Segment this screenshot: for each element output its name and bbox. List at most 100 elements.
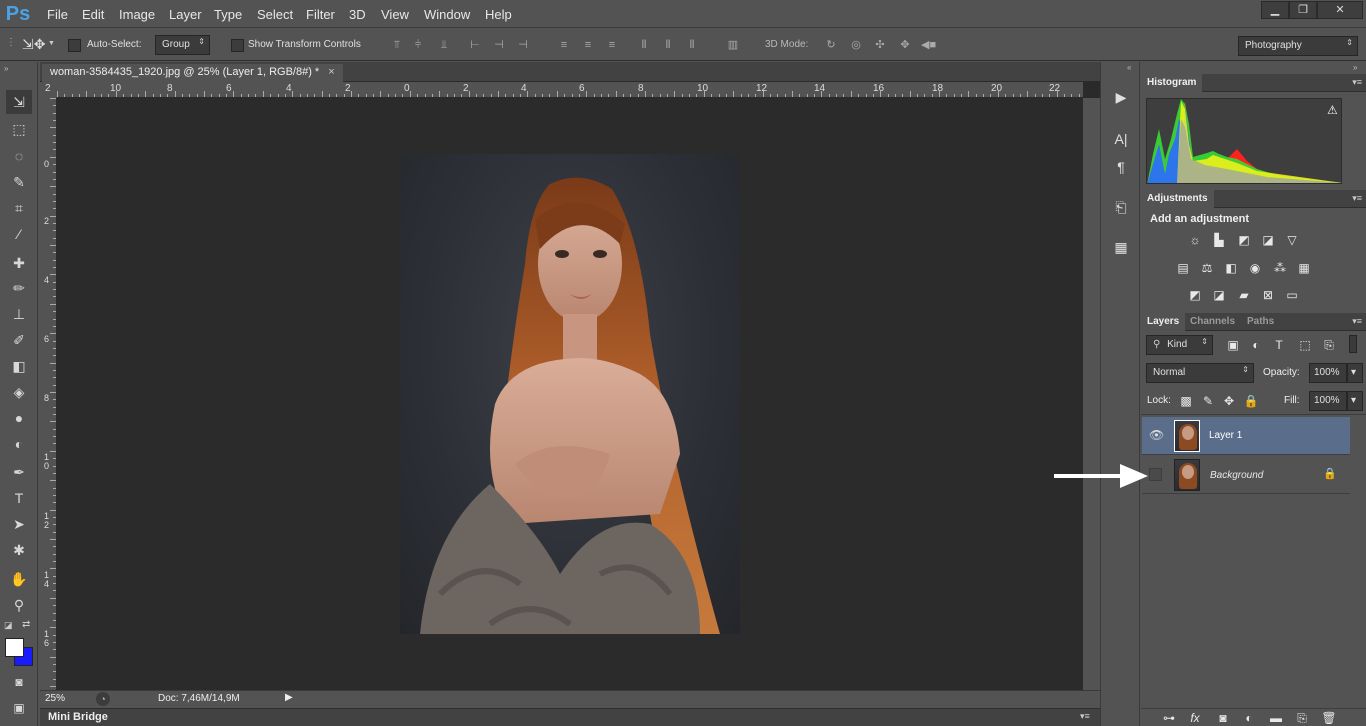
collapse-panels-icon[interactable]: » (1353, 63, 1357, 72)
vertical-scrollbar[interactable] (1083, 98, 1100, 690)
healing-brush-tool-icon[interactable]: ✚ (6, 251, 32, 275)
new-layer-icon[interactable]: ⎘ (1294, 711, 1310, 725)
status-info-icon[interactable]: ◔ (96, 692, 110, 706)
eye-icon[interactable]: 👁 (1149, 428, 1164, 442)
filter-pixel-icon[interactable]: ▣ (1225, 338, 1241, 352)
tab-paths[interactable]: Paths (1241, 313, 1280, 331)
layer-row-background[interactable]: Background 🔒 (1142, 456, 1350, 494)
menu-select[interactable]: Select (257, 7, 293, 22)
menu-layer[interactable]: Layer (169, 7, 202, 22)
levels-icon[interactable]: ▙ (1211, 233, 1227, 247)
photo-filter-icon[interactable]: ◉ (1247, 261, 1263, 275)
tab-adjustments[interactable]: Adjustments (1141, 190, 1214, 208)
align-hcenter-icon[interactable]: ⊣ (492, 38, 506, 52)
menu-image[interactable]: Image (119, 7, 155, 22)
3d-scale-icon[interactable]: ◀■ (921, 38, 936, 52)
menu-help[interactable]: Help (485, 7, 512, 22)
align-right-icon[interactable]: ⊣ (516, 38, 530, 52)
link-layers-icon[interactable]: ⊶ (1161, 711, 1177, 725)
clone-stamp-tool-icon[interactable]: ⊥ (6, 302, 32, 326)
distribute-top-icon[interactable]: ≡ (557, 38, 571, 52)
pen-tool-icon[interactable]: ✒ (6, 460, 32, 484)
menu-file[interactable]: File (47, 7, 68, 22)
filter-smart-object-icon[interactable]: ⎘ (1321, 338, 1337, 352)
mini-bridge-tab[interactable]: Mini Bridge (48, 711, 108, 723)
vibrance-icon[interactable]: ▽ (1284, 233, 1300, 247)
panel-menu-icon[interactable]: ▾≡ (1352, 193, 1362, 204)
move-tool-icon[interactable]: ⇲ (6, 90, 32, 114)
delete-layer-icon[interactable]: 🗑 (1321, 711, 1337, 725)
collapse-toolbox-icon[interactable]: » (4, 64, 8, 73)
brightness-contrast-icon[interactable]: ☼ (1187, 233, 1203, 247)
workspace-dropdown[interactable]: Photography ⇕ (1238, 36, 1358, 56)
color-balance-icon[interactable]: ⚖ (1199, 261, 1215, 275)
layer-name[interactable]: Layer 1 (1209, 430, 1242, 441)
black-white-icon[interactable]: ◧ (1223, 261, 1239, 275)
zoom-tool-icon[interactable]: ⚲ (6, 593, 32, 617)
paint-bucket-tool-icon[interactable]: ◈ (6, 380, 32, 404)
new-adjustment-layer-icon[interactable]: ◐ (1241, 711, 1257, 725)
lock-transparent-icon[interactable]: ▩ (1178, 394, 1194, 408)
tab-histogram[interactable]: Histogram (1141, 74, 1203, 92)
align-top-icon[interactable]: ⫪ (390, 38, 404, 52)
actions-play-icon[interactable]: ▶ (1109, 86, 1133, 108)
distribute-hcenter-icon[interactable]: ⦀ (661, 38, 675, 52)
menu-3d[interactable]: 3D (349, 7, 366, 22)
history-brush-tool-icon[interactable]: ✐ (6, 328, 32, 352)
hue-saturation-icon[interactable]: ▤ (1175, 261, 1191, 275)
auto-select-checkbox[interactable] (68, 39, 81, 52)
properties-panel-icon[interactable]: ▦ (1109, 236, 1133, 258)
auto-align-icon[interactable]: ▥ (726, 38, 740, 52)
panel-menu-icon[interactable]: ▾≡ (1352, 316, 1362, 327)
layer-name[interactable]: Background (1210, 470, 1263, 481)
dodge-tool-icon[interactable]: ◐ (6, 432, 32, 456)
menu-edit[interactable]: Edit (82, 7, 104, 22)
preset-dropdown-arrow-icon[interactable]: ▼ (48, 40, 55, 47)
opacity-input[interactable]: 100% (1309, 363, 1347, 383)
curves-icon[interactable]: ◩ (1236, 233, 1252, 247)
collapse-dock-icon[interactable]: « (1127, 63, 1131, 72)
close-button[interactable]: ✕ (1317, 1, 1363, 19)
distribute-vcenter-icon[interactable]: ≡ (581, 38, 595, 52)
3d-pan-icon[interactable]: ✣ (873, 38, 887, 52)
gradient-map-icon[interactable]: ▭ (1284, 288, 1300, 302)
add-mask-icon[interactable]: ◙ (1215, 711, 1231, 725)
hand-tool-icon[interactable]: ✋ (6, 567, 32, 591)
minimize-button[interactable]: ▁ (1261, 1, 1289, 19)
align-vcenter-icon[interactable]: ⫩ (411, 38, 425, 52)
menu-type[interactable]: Type (214, 7, 242, 22)
filter-shape-icon[interactable]: ⬚ (1297, 338, 1313, 352)
lock-all-icon[interactable]: 🔒 (1243, 394, 1259, 408)
align-bottom-icon[interactable]: ⫫ (437, 38, 451, 52)
distribute-right-icon[interactable]: ⦀ (685, 38, 699, 52)
eraser-tool-icon[interactable]: ◧ (6, 354, 32, 378)
distribute-left-icon[interactable]: ⦀ (637, 38, 651, 52)
paragraph-panel-icon[interactable]: ¶ (1109, 156, 1133, 178)
quick-selection-tool-icon[interactable]: ✎ (6, 170, 32, 194)
3d-roll-icon[interactable]: ◎ (849, 38, 863, 52)
new-group-icon[interactable]: ▬ (1268, 711, 1284, 725)
character-panel-icon[interactable]: A| (1109, 128, 1133, 150)
restore-button[interactable]: ❐ (1289, 1, 1317, 19)
filter-adjustment-icon[interactable]: ◐ (1248, 338, 1264, 352)
marquee-tool-icon[interactable]: ⬚ (6, 117, 32, 141)
filter-toggle-switch[interactable] (1349, 335, 1357, 353)
align-left-icon[interactable]: ⊢ (468, 38, 482, 52)
layer-style-icon[interactable]: fx (1187, 711, 1203, 725)
crop-tool-icon[interactable]: ⌗ (6, 196, 32, 220)
3d-slide-icon[interactable]: ✥ (898, 38, 912, 52)
layer-row-layer-1[interactable]: 👁 Layer 1 (1142, 417, 1350, 455)
opacity-dropdown-arrow-icon[interactable]: ▾ (1347, 363, 1363, 383)
selective-color-icon[interactable]: ⊠ (1260, 288, 1276, 302)
fill-input[interactable]: 100% (1309, 391, 1347, 411)
distribute-bottom-icon[interactable]: ≡ (605, 38, 619, 52)
custom-shape-tool-icon[interactable]: ✱ (6, 538, 32, 562)
zoom-level[interactable]: 25% (45, 693, 65, 704)
warning-icon[interactable]: ⚠ (1327, 103, 1338, 117)
foreground-color-swatch[interactable] (5, 638, 24, 657)
tab-layers[interactable]: Layers (1141, 313, 1186, 331)
lock-position-icon[interactable]: ✥ (1221, 394, 1237, 408)
menu-view[interactable]: View (381, 7, 409, 22)
default-colors-icon[interactable]: ◪ (4, 620, 13, 631)
filter-type-icon[interactable]: T (1271, 338, 1287, 352)
